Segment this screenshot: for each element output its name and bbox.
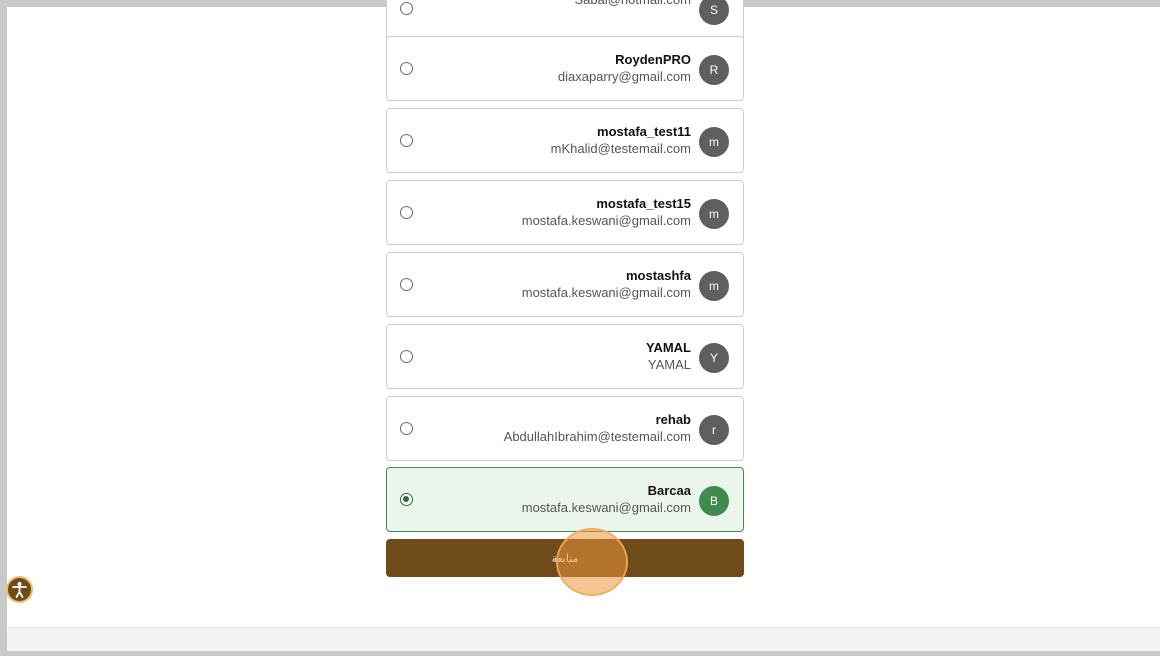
avatar: m — [699, 199, 729, 229]
account-text: rehab AbdullahIbrahim@testemail.com — [504, 411, 691, 446]
avatar: m — [699, 271, 729, 301]
account-email: AbdullahIbrahim@testemail.com — [503, 429, 691, 444]
account-name: mostafa_test15 — [596, 196, 691, 211]
account-name: mostashfa — [625, 268, 691, 283]
account-text: Sabal@hotmail.com — [574, 0, 691, 9]
accessibility-button[interactable] — [6, 576, 33, 603]
account-name: YAMAL — [645, 340, 691, 355]
account-name: mostafa_test11 — [597, 124, 691, 139]
account-text: mostashfa mostafa.keswani@gmail.com — [522, 267, 691, 302]
account-radio[interactable] — [400, 278, 413, 291]
account-name: RoydenPRO — [615, 52, 691, 67]
account-radio-checked[interactable] — [400, 493, 413, 506]
account-radio[interactable] — [400, 350, 413, 363]
avatar: R — [699, 55, 729, 85]
account-text: RoydenPRO diaxaparry@gmail.com — [558, 51, 691, 86]
account-radio[interactable] — [400, 2, 413, 15]
account-email: mostafa.keswani@gmail.com — [521, 285, 691, 300]
window-frame-bottom — [0, 651, 1160, 656]
avatar: Y — [699, 343, 729, 373]
account-email: YAMAL — [647, 357, 691, 372]
account-email: Sabal@hotmail.com — [574, 0, 691, 9]
avatar: r — [699, 415, 729, 445]
account-text: YAMAL YAMAL — [646, 339, 691, 374]
accessibility-icon — [12, 582, 27, 598]
account-radio[interactable] — [400, 206, 413, 219]
account-card[interactable]: Sabal@hotmail.com S — [386, 0, 744, 41]
account-card[interactable]: rehab AbdullahIbrahim@testemail.com r — [386, 396, 744, 461]
account-card[interactable]: mostafa_test11 mKhalid@testemail.com m — [386, 108, 744, 173]
account-card[interactable]: mostafa_test15 mostafa.keswani@gmail.com… — [386, 180, 744, 245]
account-email: diaxaparry@gmail.com — [557, 69, 691, 84]
account-radio[interactable] — [400, 62, 413, 75]
account-text: mostafa_test15 mostafa.keswani@gmail.com — [522, 195, 691, 230]
account-card[interactable]: mostashfa mostafa.keswani@gmail.com m — [386, 252, 744, 317]
account-text: mostafa_test11 mKhalid@testemail.com — [551, 123, 691, 158]
window-frame-left — [0, 0, 7, 656]
continue-button[interactable]: متابعة — [386, 539, 744, 577]
account-email: mKhalid@testemail.com — [550, 141, 691, 156]
account-radio[interactable] — [400, 134, 413, 147]
account-text: Barcaa mostafa.keswani@gmail.com — [522, 482, 691, 517]
avatar: S — [699, 0, 729, 25]
account-email: mostafa.keswani@gmail.com — [521, 500, 691, 515]
account-card[interactable]: YAMAL YAMAL Y — [386, 324, 744, 389]
account-name: rehab — [655, 412, 691, 427]
account-card[interactable]: RoydenPRO diaxaparry@gmail.com R — [386, 36, 744, 101]
account-name: Barcaa — [647, 483, 691, 498]
avatar: B — [699, 486, 729, 516]
account-radio[interactable] — [400, 422, 413, 435]
account-card-selected[interactable]: Barcaa mostafa.keswani@gmail.com B — [386, 467, 744, 532]
account-email: mostafa.keswani@gmail.com — [521, 213, 691, 228]
avatar: m — [699, 127, 729, 157]
